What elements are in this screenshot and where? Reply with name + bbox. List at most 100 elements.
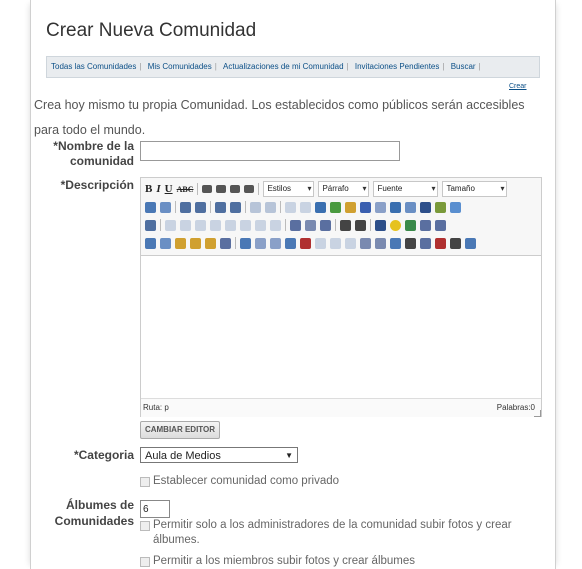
community-tabs: Todas las Comunidades | Mis Comunidades | … bbox=[46, 56, 540, 78]
albumes-label: Álbumes de Comunidades bbox=[54, 498, 134, 528]
anchor-icon[interactable] bbox=[315, 201, 326, 213]
page-title: Crear Nueva Comunidad bbox=[46, 20, 257, 41]
community-name-input[interactable] bbox=[140, 141, 400, 161]
delete-row-icon[interactable] bbox=[210, 219, 221, 231]
parrafo-dropdown[interactable]: Párrafo bbox=[318, 181, 370, 197]
code-icon[interactable] bbox=[390, 201, 401, 213]
fullscreen-icon[interactable] bbox=[465, 237, 476, 249]
binoculars-icon[interactable] bbox=[145, 201, 156, 213]
superscript-icon[interactable] bbox=[355, 219, 366, 231]
acronym-icon[interactable] bbox=[345, 237, 356, 249]
backcolor-icon[interactable] bbox=[435, 201, 446, 213]
tab-separator: | bbox=[346, 62, 349, 71]
move-backward-icon[interactable] bbox=[270, 237, 281, 249]
hr-icon[interactable] bbox=[290, 219, 301, 231]
split-cells-icon[interactable] bbox=[255, 219, 266, 231]
italic-icon[interactable]: I bbox=[156, 183, 160, 195]
fuente-dropdown[interactable]: Fuente bbox=[373, 181, 439, 197]
tab-actualizaciones[interactable]: Actualizaciones de mi Comunidad bbox=[219, 62, 347, 71]
underline-icon[interactable]: U bbox=[165, 183, 173, 195]
strikethrough-icon[interactable]: ABC bbox=[177, 185, 194, 194]
preview-icon[interactable] bbox=[450, 201, 461, 213]
align-center-icon[interactable] bbox=[216, 185, 227, 193]
paste-text-icon[interactable] bbox=[190, 237, 201, 249]
visual-aid-icon[interactable] bbox=[320, 219, 331, 231]
align-left-icon[interactable] bbox=[202, 185, 213, 193]
toolbar-divider bbox=[258, 183, 260, 195]
description-label: *Descripción bbox=[60, 178, 134, 192]
undo-icon[interactable] bbox=[250, 201, 261, 213]
admin-upload-label: Permitir solo a los administradores de l… bbox=[153, 519, 512, 546]
estilos-dropdown[interactable]: Estilos bbox=[263, 181, 315, 197]
rtl-icon[interactable] bbox=[435, 219, 446, 231]
image-icon[interactable] bbox=[330, 201, 341, 213]
styleprops-icon[interactable] bbox=[300, 237, 311, 249]
subscript-icon[interactable] bbox=[340, 219, 351, 231]
ltr-icon[interactable] bbox=[420, 219, 431, 231]
absolute-icon[interactable] bbox=[285, 237, 296, 249]
del-icon[interactable] bbox=[360, 237, 371, 249]
cleanup-icon[interactable] bbox=[345, 201, 356, 213]
merge-cells-icon[interactable] bbox=[270, 219, 281, 231]
tab-mis[interactable]: Mis Comunidades bbox=[144, 62, 215, 71]
albumes-input[interactable]: 6 bbox=[140, 500, 170, 518]
select-all-icon[interactable] bbox=[220, 237, 231, 249]
tamano-dropdown[interactable]: Tamaño bbox=[442, 181, 508, 197]
html-icon[interactable] bbox=[375, 201, 386, 213]
replace-icon[interactable] bbox=[160, 201, 171, 213]
template-icon[interactable] bbox=[420, 237, 431, 249]
abbr-icon[interactable] bbox=[330, 237, 341, 249]
outdent-icon[interactable] bbox=[215, 201, 226, 213]
help-icon[interactable] bbox=[360, 201, 371, 213]
blockquote-icon[interactable] bbox=[450, 237, 461, 249]
charmap-icon[interactable] bbox=[375, 219, 386, 231]
paste-icon[interactable] bbox=[175, 237, 186, 249]
tab-buscar[interactable]: Buscar bbox=[447, 62, 479, 71]
indent-icon[interactable] bbox=[230, 201, 241, 213]
editor-statusbar: Ruta: p Palabras:0 bbox=[141, 398, 541, 417]
pagebreak-icon[interactable] bbox=[435, 237, 446, 249]
paste-word-icon[interactable] bbox=[205, 237, 216, 249]
date-icon[interactable] bbox=[405, 201, 416, 213]
move-forward-icon[interactable] bbox=[255, 237, 266, 249]
bold-icon[interactable]: B bbox=[145, 183, 152, 195]
tab-todas[interactable]: Todas las Comunidades bbox=[47, 62, 139, 71]
align-right-icon[interactable] bbox=[230, 185, 241, 193]
members-upload-label: Permitir a los miembros subir fotos y cr… bbox=[153, 555, 416, 567]
cut-icon[interactable] bbox=[145, 237, 156, 249]
link-icon[interactable] bbox=[285, 201, 296, 213]
members-upload-checkbox[interactable] bbox=[140, 557, 150, 567]
forecolor-icon[interactable] bbox=[420, 201, 431, 213]
editor-toolbar: B I U ABC Estilos Párrafo Fuente Tamaño bbox=[141, 178, 541, 256]
copy-icon[interactable] bbox=[160, 237, 171, 249]
visualchars-icon[interactable] bbox=[405, 237, 416, 249]
tab-separator: | bbox=[442, 62, 445, 71]
privado-checkbox[interactable] bbox=[140, 477, 150, 487]
tab-separator: | bbox=[214, 62, 217, 71]
tab-invitaciones[interactable]: Invitaciones Pendientes bbox=[351, 62, 443, 71]
categoria-select[interactable]: Aula de Medios bbox=[140, 447, 298, 464]
insert-row-icon[interactable] bbox=[195, 219, 206, 231]
unlink-icon[interactable] bbox=[300, 201, 311, 213]
media-icon[interactable] bbox=[405, 219, 416, 231]
cite-icon[interactable] bbox=[315, 237, 326, 249]
ins-icon[interactable] bbox=[375, 237, 386, 249]
table-icon[interactable] bbox=[145, 219, 156, 231]
resize-grip[interactable] bbox=[534, 410, 541, 417]
redo-icon[interactable] bbox=[265, 201, 276, 213]
insert-layer-icon[interactable] bbox=[240, 237, 251, 249]
crear-link[interactable]: Crear bbox=[509, 83, 527, 90]
rich-text-editor: B I U ABC Estilos Párrafo Fuente Tamaño bbox=[140, 177, 542, 417]
row-props-icon[interactable] bbox=[165, 219, 176, 231]
emoticon-icon[interactable] bbox=[390, 219, 401, 231]
cambiar-editor-button[interactable]: CAMBIAR EDITOR bbox=[140, 421, 220, 439]
delete-col-icon[interactable] bbox=[240, 219, 251, 231]
attribs-icon[interactable] bbox=[390, 237, 401, 249]
editor-content-area[interactable] bbox=[141, 256, 541, 396]
numbered-list-icon[interactable] bbox=[195, 201, 206, 213]
insert-col-icon[interactable] bbox=[225, 219, 236, 231]
remove-format-icon[interactable] bbox=[305, 219, 316, 231]
cell-props-icon[interactable] bbox=[180, 219, 191, 231]
bullet-list-icon[interactable] bbox=[180, 201, 191, 213]
align-justify-icon[interactable] bbox=[244, 185, 255, 193]
